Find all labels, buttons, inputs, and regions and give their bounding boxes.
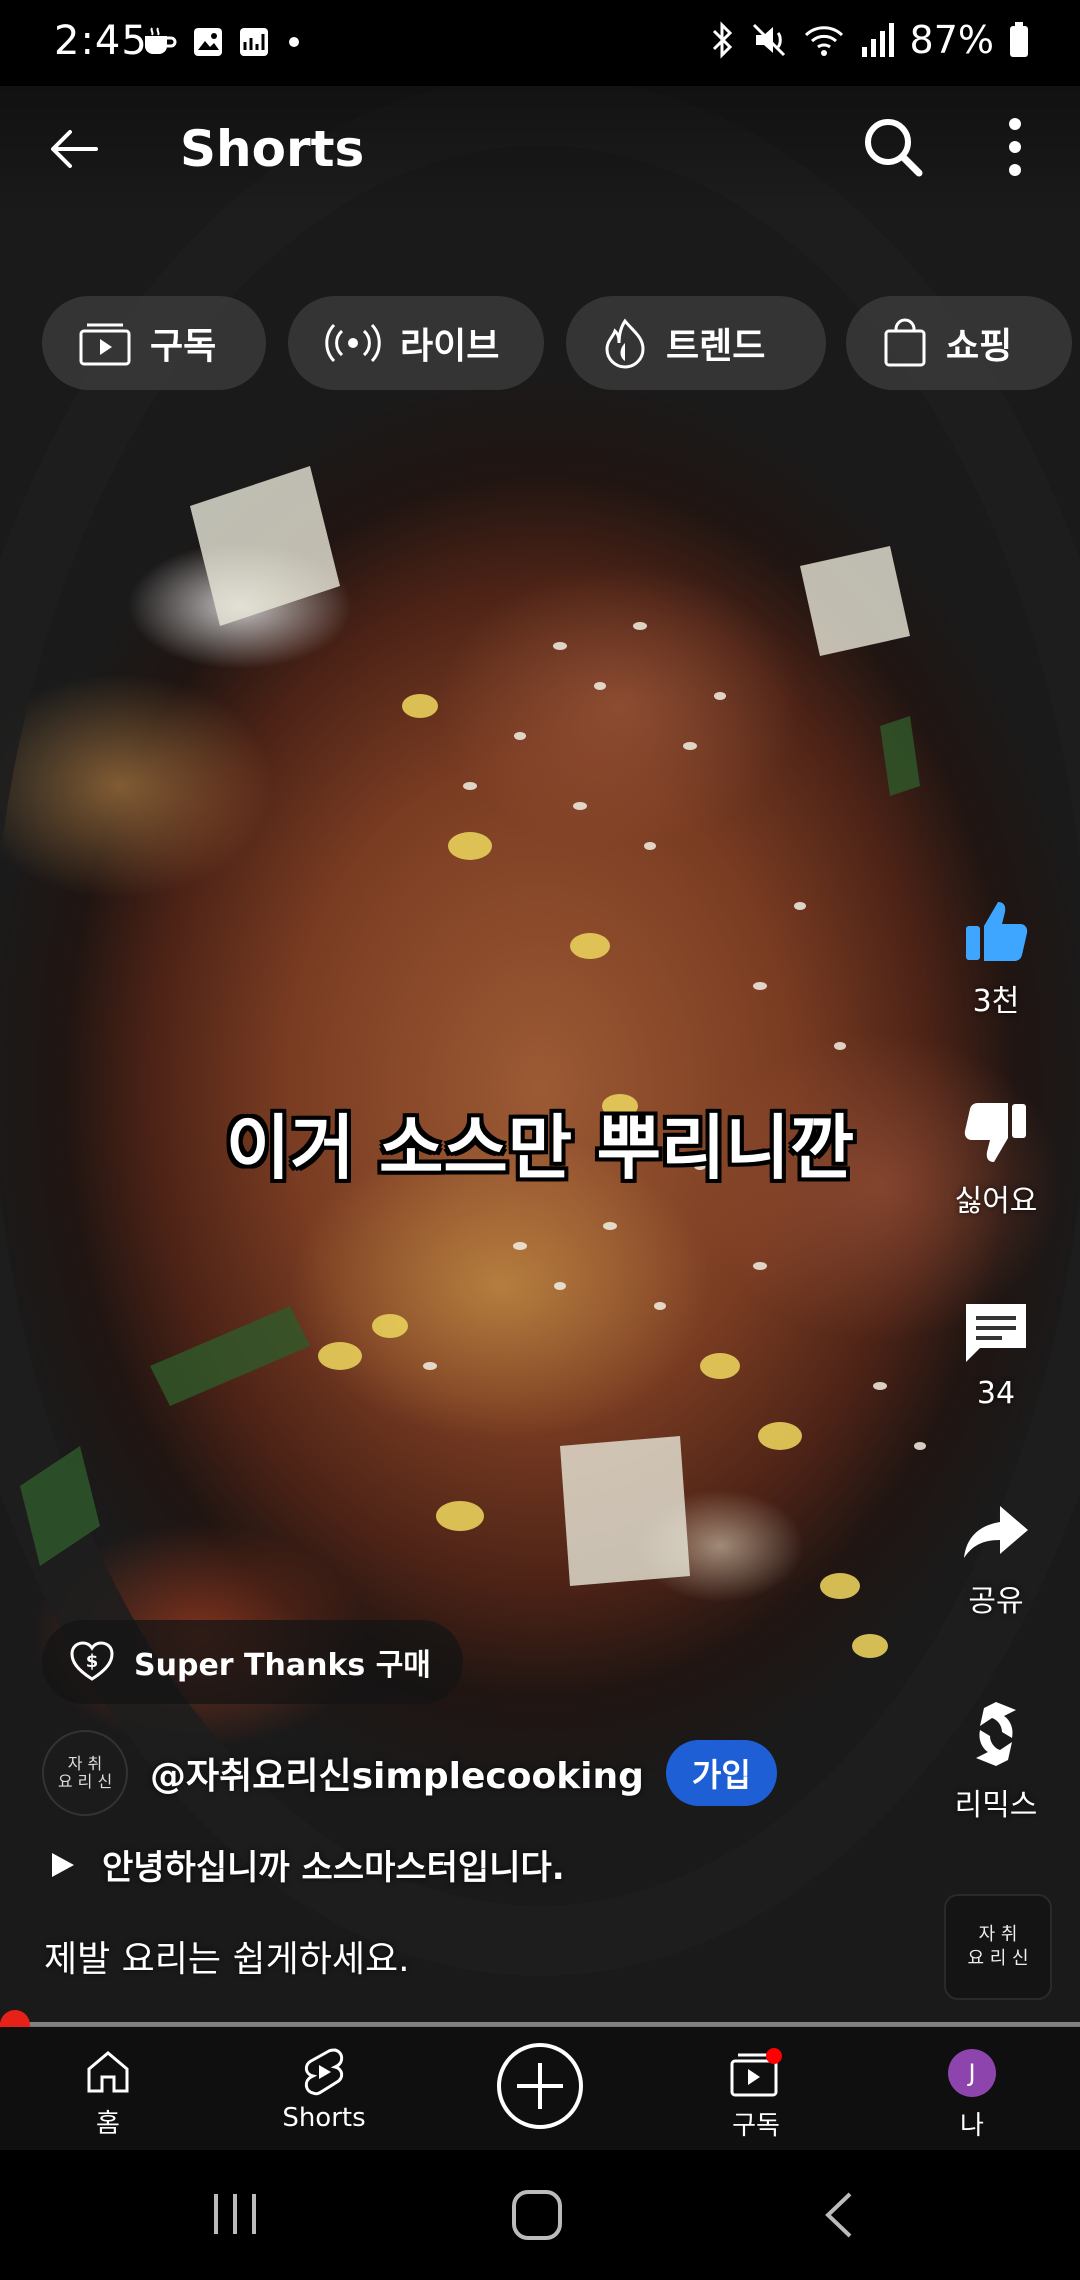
dislike-button[interactable]: 싫어요 xyxy=(916,1096,1076,1220)
bluetooth-icon xyxy=(712,21,732,59)
trending-icon xyxy=(605,318,645,369)
comment-count: 34 xyxy=(976,1376,1016,1411)
video-subtitle: 제발 요리는 쉽게하세요. xyxy=(44,1939,410,1980)
comments-button[interactable]: 34 xyxy=(916,1296,1076,1411)
battery-percent: 87% xyxy=(909,18,994,62)
dot-icon xyxy=(289,37,299,47)
remix-button[interactable]: 리믹스 xyxy=(916,1696,1076,1824)
gallery-icon xyxy=(194,28,222,56)
nav-shorts[interactable]: Shorts xyxy=(244,2047,404,2133)
chip-live[interactable]: 라이브 xyxy=(288,296,544,390)
share-label: 공유 xyxy=(968,1584,1024,1619)
svg-text:J: J xyxy=(966,2059,975,2087)
share-icon xyxy=(964,1506,1028,1558)
share-button[interactable]: 공유 xyxy=(916,1496,1076,1620)
chip-label: 구독 xyxy=(150,326,217,367)
like-button[interactable]: 3천 xyxy=(916,896,1076,1020)
chip-label: 트렌드 xyxy=(666,326,766,367)
battery-icon xyxy=(1010,22,1028,57)
super-thanks-label: Super Thanks 구매 xyxy=(134,1648,431,1683)
nav-label: 구독 xyxy=(732,2111,780,2141)
subscriptions-icon xyxy=(79,323,131,366)
channel-row: 자 취 요 리 신 @자취요리신simplecooking 가입 xyxy=(42,1730,777,1816)
nav-create[interactable] xyxy=(460,2041,620,2137)
channel-handle[interactable]: @자취요리신simplecooking xyxy=(150,1747,644,1799)
join-button[interactable]: 가입 xyxy=(665,1740,777,1806)
live-icon xyxy=(325,323,381,363)
chip-subscriptions[interactable]: 구독 xyxy=(42,296,266,390)
nav-subscriptions[interactable]: 구독 xyxy=(676,2047,836,2142)
recents-icon[interactable] xyxy=(210,2192,260,2236)
remix-label: 리믹스 xyxy=(954,1788,1038,1823)
home-button-icon[interactable] xyxy=(510,2188,566,2242)
vibrate-mute-icon xyxy=(752,23,785,57)
chart-icon xyxy=(240,28,268,56)
app-bar: Shorts xyxy=(0,86,1080,216)
subscriptions-icon xyxy=(730,2048,782,2097)
signal-icon xyxy=(861,23,894,57)
description-text: 안녕하십니까 소스마스터입니다. xyxy=(102,1848,565,1888)
bottom-nav: 홈 Shorts 구독 J 나 xyxy=(0,2027,1080,2150)
thumbs-up-icon xyxy=(966,902,1028,961)
play-icon xyxy=(52,1852,74,1877)
video-description[interactable]: 안녕하십니까 소스마스터입니다. xyxy=(50,1840,565,1889)
search-icon[interactable] xyxy=(858,112,928,182)
system-back-icon[interactable] xyxy=(820,2190,860,2240)
wifi-icon xyxy=(804,26,843,56)
chip-shopping[interactable]: 쇼핑 xyxy=(846,296,1072,390)
shorts-icon xyxy=(304,2048,344,2096)
chip-label: 라이브 xyxy=(400,326,500,367)
avatar-icon: J xyxy=(948,2049,996,2097)
nav-label: 나 xyxy=(960,2111,984,2141)
chip-label: 쇼핑 xyxy=(946,326,1013,367)
dislike-label: 싫어요 xyxy=(954,1184,1038,1219)
home-icon xyxy=(87,2051,129,2093)
comment-icon xyxy=(966,1304,1026,1362)
super-thanks-button[interactable]: $ Super Thanks 구매 xyxy=(42,1620,463,1704)
status-bar: 2:45 87% xyxy=(0,0,1080,86)
nav-label: 홈 xyxy=(96,2109,120,2139)
status-time: 2:45 xyxy=(54,18,148,64)
create-icon xyxy=(497,2043,583,2129)
svg-text:$: $ xyxy=(86,1651,99,1672)
sound-thumbnail[interactable]: 자 취 요 리 신 xyxy=(944,1894,1052,2000)
super-thanks-icon: $ xyxy=(70,1641,114,1681)
coffee-icon xyxy=(145,27,177,54)
more-vert-icon[interactable] xyxy=(990,112,1040,182)
page-title: Shorts xyxy=(180,120,365,178)
like-count: 3천 xyxy=(972,984,1020,1019)
thumbs-down-icon xyxy=(964,1103,1026,1162)
channel-avatar[interactable]: 자 취 요 리 신 xyxy=(42,1730,128,1816)
nav-home[interactable]: 홈 xyxy=(28,2047,188,2140)
back-arrow-icon[interactable] xyxy=(40,114,110,184)
chip-trending[interactable]: 트렌드 xyxy=(566,296,826,390)
system-nav-bar xyxy=(0,2150,1080,2280)
nav-label: Shorts xyxy=(282,2103,366,2133)
nav-you[interactable]: J 나 xyxy=(892,2047,1052,2142)
shopping-bag-icon xyxy=(884,318,926,367)
remix-icon xyxy=(976,1702,1016,1766)
